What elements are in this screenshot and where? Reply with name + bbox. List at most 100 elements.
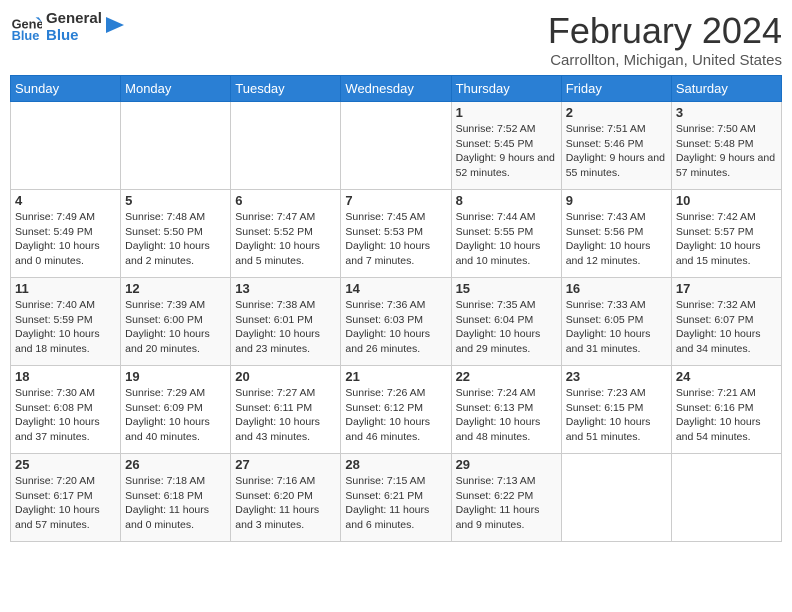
day-number: 14 [345,281,446,296]
day-number: 21 [345,369,446,384]
calendar-cell: 10 Sunrise: 7:42 AMSunset: 5:57 PMDayligh… [671,190,781,278]
calendar-cell [671,454,781,542]
calendar-cell: 5 Sunrise: 7:48 AMSunset: 5:50 PMDaylight… [121,190,231,278]
day-info: Sunrise: 7:30 AMSunset: 6:08 PMDaylight:… [15,386,116,445]
logo: General Blue General Blue [10,10,126,44]
day-number: 18 [15,369,116,384]
day-info: Sunrise: 7:38 AMSunset: 6:01 PMDaylight:… [235,298,336,357]
day-info: Sunrise: 7:26 AMSunset: 6:12 PMDaylight:… [345,386,446,445]
calendar-cell: 27 Sunrise: 7:16 AMSunset: 6:20 PMDayligh… [231,454,341,542]
day-header-sunday: Sunday [11,76,121,102]
calendar-cell: 14Sunrise: 7:36 AMSunset: 6:03 PMDayligh… [341,278,451,366]
calendar-cell: 25Sunrise: 7:20 AMSunset: 6:17 PMDayligh… [11,454,121,542]
day-number: 23 [566,369,667,384]
calendar-cell [561,454,671,542]
day-number: 3 [676,105,777,120]
day-info: Sunrise: 7:33 AMSunset: 6:05 PMDaylight:… [566,298,667,357]
calendar-cell: 3 Sunrise: 7:50 AMSunset: 5:48 PMDaylight… [671,102,781,190]
day-info: Sunrise: 7:45 AMSunset: 5:53 PMDaylight:… [345,210,446,269]
day-info: Sunrise: 7:13 AMSunset: 6:22 PMDaylight:… [456,474,557,533]
day-number: 16 [566,281,667,296]
calendar-cell: 13Sunrise: 7:38 AMSunset: 6:01 PMDayligh… [231,278,341,366]
day-info: Sunrise: 7:47 AMSunset: 5:52 PMDaylight:… [235,210,336,269]
calendar-cell: 17Sunrise: 7:32 AMSunset: 6:07 PMDayligh… [671,278,781,366]
day-info: Sunrise: 7:32 AMSunset: 6:07 PMDaylight:… [676,298,777,357]
day-number: 29 [456,457,557,472]
calendar-cell: 12 Sunrise: 7:39 AMSunset: 6:00 PMDayligh… [121,278,231,366]
location: Carrollton, Michigan, United States [548,52,782,69]
day-number: 20 [235,369,336,384]
day-number: 6 [235,193,336,208]
day-number: 19 [125,369,226,384]
day-info: Sunrise: 7:18 AMSunset: 6:18 PMDaylight:… [125,474,226,533]
calendar-cell: 29 Sunrise: 7:13 AMSunset: 6:22 PMDayligh… [451,454,561,542]
calendar-cell: 26 Sunrise: 7:18 AMSunset: 6:18 PMDayligh… [121,454,231,542]
day-header-thursday: Thursday [451,76,561,102]
calendar-cell: 19 Sunrise: 7:29 AMSunset: 6:09 PMDayligh… [121,366,231,454]
calendar-cell: 1Sunrise: 7:52 AMSunset: 5:45 PMDaylight… [451,102,561,190]
day-number: 4 [15,193,116,208]
day-number: 24 [676,369,777,384]
day-info: Sunrise: 7:49 AMSunset: 5:49 PMDaylight:… [15,210,116,269]
calendar-cell [231,102,341,190]
day-number: 27 [235,457,336,472]
day-info: Sunrise: 7:42 AMSunset: 5:57 PMDaylight:… [676,210,777,269]
day-info: Sunrise: 7:15 AMSunset: 6:21 PMDaylight:… [345,474,446,533]
day-info: Sunrise: 7:29 AMSunset: 6:09 PMDaylight:… [125,386,226,445]
calendar-cell: 9 Sunrise: 7:43 AMSunset: 5:56 PMDaylight… [561,190,671,278]
day-header-saturday: Saturday [671,76,781,102]
day-number: 7 [345,193,446,208]
day-info: Sunrise: 7:43 AMSunset: 5:56 PMDaylight:… [566,210,667,269]
calendar-cell: 21 Sunrise: 7:26 AMSunset: 6:12 PMDayligh… [341,366,451,454]
calendar-cell [11,102,121,190]
calendar-cell: 22 Sunrise: 7:24 AMSunset: 6:13 PMDayligh… [451,366,561,454]
day-header-tuesday: Tuesday [231,76,341,102]
day-info: Sunrise: 7:23 AMSunset: 6:15 PMDaylight:… [566,386,667,445]
day-number: 11 [15,281,116,296]
logo-blue: Blue [46,27,102,44]
calendar-cell: 6 Sunrise: 7:47 AMSunset: 5:52 PMDaylight… [231,190,341,278]
day-number: 10 [676,193,777,208]
day-info: Sunrise: 7:48 AMSunset: 5:50 PMDaylight:… [125,210,226,269]
week-row-1: 1Sunrise: 7:52 AMSunset: 5:45 PMDaylight… [11,102,782,190]
day-number: 28 [345,457,446,472]
calendar-cell [121,102,231,190]
calendar-table: SundayMondayTuesdayWednesdayThursdayFrid… [10,75,782,542]
calendar-cell: 28 Sunrise: 7:15 AMSunset: 6:21 PMDayligh… [341,454,451,542]
calendar-cell: 8Sunrise: 7:44 AMSunset: 5:55 PMDaylight… [451,190,561,278]
day-info: Sunrise: 7:39 AMSunset: 6:00 PMDaylight:… [125,298,226,357]
day-info: Sunrise: 7:21 AMSunset: 6:16 PMDaylight:… [676,386,777,445]
logo-icon: General Blue [10,11,42,43]
calendar-cell: 24 Sunrise: 7:21 AMSunset: 6:16 PMDayligh… [671,366,781,454]
calendar-cell: 23 Sunrise: 7:23 AMSunset: 6:15 PMDayligh… [561,366,671,454]
day-info: Sunrise: 7:24 AMSunset: 6:13 PMDaylight:… [456,386,557,445]
month-title: February 2024 [548,10,782,52]
svg-text:Blue: Blue [12,28,40,43]
calendar-cell: 2Sunrise: 7:51 AMSunset: 5:46 PMDaylight… [561,102,671,190]
day-info: Sunrise: 7:50 AMSunset: 5:48 PMDaylight:… [676,122,777,181]
day-header-wednesday: Wednesday [341,76,451,102]
logo-flag-icon [106,17,126,37]
day-info: Sunrise: 7:16 AMSunset: 6:20 PMDaylight:… [235,474,336,533]
day-info: Sunrise: 7:40 AMSunset: 5:59 PMDaylight:… [15,298,116,357]
day-number: 1 [456,105,557,120]
day-number: 12 [125,281,226,296]
logo-general: General [46,10,102,27]
week-row-4: 18 Sunrise: 7:30 AMSunset: 6:08 PMDayligh… [11,366,782,454]
week-row-5: 25Sunrise: 7:20 AMSunset: 6:17 PMDayligh… [11,454,782,542]
day-info: Sunrise: 7:27 AMSunset: 6:11 PMDaylight:… [235,386,336,445]
day-header-friday: Friday [561,76,671,102]
day-number: 15 [456,281,557,296]
day-number: 9 [566,193,667,208]
calendar-cell [341,102,451,190]
calendar-cell: 20 Sunrise: 7:27 AMSunset: 6:11 PMDayligh… [231,366,341,454]
day-number: 26 [125,457,226,472]
day-number: 5 [125,193,226,208]
calendar-cell: 16 Sunrise: 7:33 AMSunset: 6:05 PMDayligh… [561,278,671,366]
day-info: Sunrise: 7:35 AMSunset: 6:04 PMDaylight:… [456,298,557,357]
calendar-cell: 15 Sunrise: 7:35 AMSunset: 6:04 PMDayligh… [451,278,561,366]
day-number: 22 [456,369,557,384]
header-row: SundayMondayTuesdayWednesdayThursdayFrid… [11,76,782,102]
header: General Blue General Blue February 2024 … [10,10,782,69]
title-block: February 2024 Carrollton, Michigan, Unit… [548,10,782,69]
